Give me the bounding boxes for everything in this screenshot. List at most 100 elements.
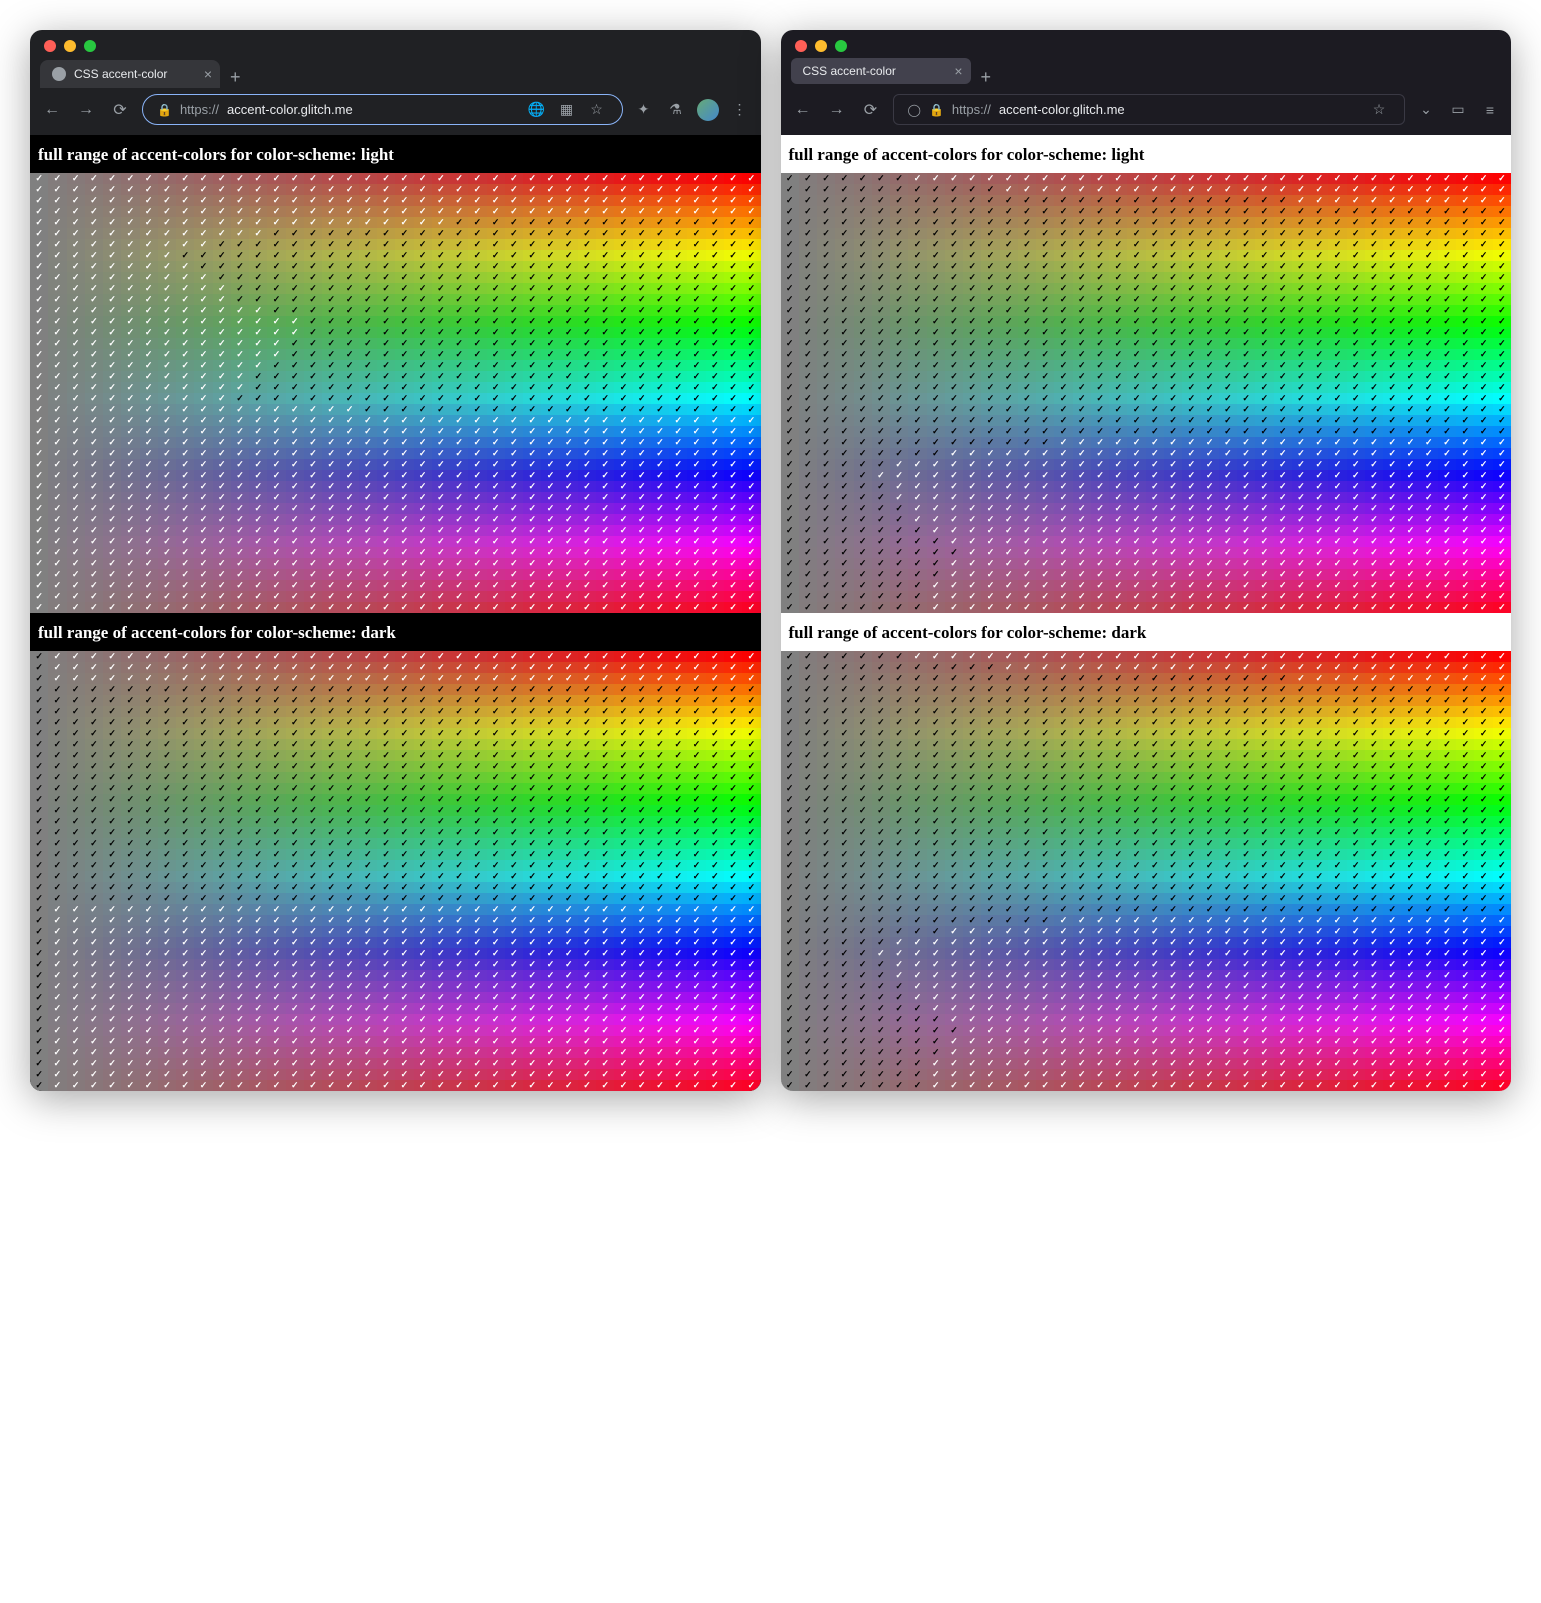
accent-checkbox[interactable]: ✓	[560, 261, 578, 272]
accent-checkbox[interactable]: ✓	[706, 228, 724, 239]
accent-checkbox[interactable]: ✓	[872, 569, 890, 580]
accent-checkbox[interactable]: ✓	[1000, 228, 1018, 239]
accent-checkbox[interactable]: ✓	[487, 948, 505, 959]
accent-checkbox[interactable]: ✓	[742, 1058, 760, 1069]
accent-checkbox[interactable]: ✓	[48, 294, 66, 305]
accent-checkbox[interactable]: ✓	[450, 750, 468, 761]
accent-checkbox[interactable]: ✓	[669, 591, 687, 602]
accent-checkbox[interactable]: ✓	[176, 382, 194, 393]
accent-checkbox[interactable]: ✓	[450, 327, 468, 338]
accent-checkbox[interactable]: ✓	[450, 294, 468, 305]
accent-checkbox[interactable]: ✓	[85, 547, 103, 558]
accent-checkbox[interactable]: ✓	[706, 525, 724, 536]
accent-checkbox[interactable]: ✓	[468, 239, 486, 250]
tab-close-icon[interactable]: ×	[954, 64, 962, 78]
accent-checkbox[interactable]: ✓	[67, 426, 85, 437]
accent-checkbox[interactable]: ✓	[706, 250, 724, 261]
accent-checkbox[interactable]: ✓	[633, 662, 651, 673]
accent-checkbox[interactable]: ✓	[669, 250, 687, 261]
accent-checkbox[interactable]: ✓	[231, 195, 249, 206]
accent-checkbox[interactable]: ✓	[85, 992, 103, 1003]
accent-checkbox[interactable]: ✓	[1310, 195, 1328, 206]
accent-checkbox[interactable]: ✓	[742, 849, 760, 860]
profile-avatar[interactable]	[697, 99, 719, 121]
accent-checkbox[interactable]: ✓	[614, 327, 632, 338]
accent-checkbox[interactable]: ✓	[1255, 217, 1273, 228]
accent-checkbox[interactable]: ✓	[614, 992, 632, 1003]
accent-checkbox[interactable]: ✓	[121, 948, 139, 959]
accent-checkbox[interactable]: ✓	[322, 1014, 340, 1025]
accent-checkbox[interactable]: ✓	[633, 1003, 651, 1014]
accent-checkbox[interactable]: ✓	[213, 283, 231, 294]
accent-checkbox[interactable]: ✓	[1365, 371, 1383, 382]
accent-checkbox[interactable]: ✓	[213, 761, 231, 772]
accent-checkbox[interactable]: ✓	[560, 459, 578, 470]
accent-checkbox[interactable]: ✓	[523, 228, 541, 239]
accent-checkbox[interactable]: ✓	[945, 459, 963, 470]
accent-checkbox[interactable]: ✓	[706, 206, 724, 217]
accent-checkbox[interactable]: ✓	[1493, 437, 1511, 448]
accent-checkbox[interactable]: ✓	[872, 426, 890, 437]
accent-checkbox[interactable]: ✓	[1274, 250, 1292, 261]
accent-checkbox[interactable]: ✓	[1365, 393, 1383, 404]
accent-checkbox[interactable]: ✓	[1347, 558, 1365, 569]
accent-checkbox[interactable]: ✓	[48, 805, 66, 816]
accent-checkbox[interactable]: ✓	[1310, 305, 1328, 316]
accent-checkbox[interactable]: ✓	[140, 492, 158, 503]
accent-checkbox[interactable]: ✓	[596, 327, 614, 338]
accent-checkbox[interactable]: ✓	[414, 591, 432, 602]
accent-checkbox[interactable]: ✓	[633, 1080, 651, 1091]
accent-checkbox[interactable]: ✓	[890, 602, 908, 613]
accent-checkbox[interactable]: ✓	[267, 294, 285, 305]
accent-checkbox[interactable]: ✓	[103, 602, 121, 613]
accent-checkbox[interactable]: ✓	[85, 404, 103, 415]
accent-checkbox[interactable]: ✓	[432, 283, 450, 294]
accent-checkbox[interactable]: ✓	[724, 926, 742, 937]
accent-checkbox[interactable]: ✓	[249, 393, 267, 404]
tab-close-icon[interactable]: ×	[204, 67, 212, 81]
accent-checkbox[interactable]: ✓	[1383, 184, 1401, 195]
accent-checkbox[interactable]: ✓	[706, 1069, 724, 1080]
accent-checkbox[interactable]: ✓	[340, 827, 358, 838]
accent-checkbox[interactable]: ✓	[85, 684, 103, 695]
accent-checkbox[interactable]: ✓	[1237, 569, 1255, 580]
accent-checkbox[interactable]: ✓	[249, 838, 267, 849]
accent-checkbox[interactable]: ✓	[505, 547, 523, 558]
accent-checkbox[interactable]: ✓	[85, 327, 103, 338]
accent-checkbox[interactable]: ✓	[908, 426, 926, 437]
accent-checkbox[interactable]: ✓	[560, 470, 578, 481]
accent-checkbox[interactable]: ✓	[1018, 459, 1036, 470]
accent-checkbox[interactable]: ✓	[687, 1080, 705, 1091]
accent-checkbox[interactable]: ✓	[414, 794, 432, 805]
accent-checkbox[interactable]: ✓	[67, 1069, 85, 1080]
accent-checkbox[interactable]: ✓	[158, 992, 176, 1003]
accent-checkbox[interactable]: ✓	[1164, 382, 1182, 393]
accent-checkbox[interactable]: ✓	[1054, 184, 1072, 195]
accent-checkbox[interactable]: ✓	[140, 173, 158, 184]
accent-checkbox[interactable]: ✓	[1456, 338, 1474, 349]
accent-checkbox[interactable]: ✓	[468, 860, 486, 871]
accent-checkbox[interactable]: ✓	[687, 948, 705, 959]
accent-checkbox[interactable]: ✓	[67, 305, 85, 316]
accent-checkbox[interactable]: ✓	[103, 816, 121, 827]
accent-checkbox[interactable]: ✓	[487, 805, 505, 816]
accent-checkbox[interactable]: ✓	[450, 761, 468, 772]
accent-checkbox[interactable]: ✓	[1127, 525, 1145, 536]
accent-checkbox[interactable]: ✓	[286, 525, 304, 536]
accent-checkbox[interactable]: ✓	[1073, 195, 1091, 206]
accent-checkbox[interactable]: ✓	[651, 1080, 669, 1091]
accent-checkbox[interactable]: ✓	[194, 926, 212, 937]
accent-checkbox[interactable]: ✓	[267, 838, 285, 849]
accent-checkbox[interactable]: ✓	[1274, 437, 1292, 448]
accent-checkbox[interactable]: ✓	[578, 602, 596, 613]
accent-checkbox[interactable]: ✓	[267, 662, 285, 673]
accent-checkbox[interactable]: ✓	[596, 459, 614, 470]
accent-checkbox[interactable]: ✓	[596, 525, 614, 536]
accent-checkbox[interactable]: ✓	[30, 761, 48, 772]
accent-checkbox[interactable]: ✓	[487, 525, 505, 536]
accent-checkbox[interactable]: ✓	[1274, 261, 1292, 272]
accent-checkbox[interactable]: ✓	[176, 272, 194, 283]
accent-checkbox[interactable]: ✓	[48, 761, 66, 772]
accent-checkbox[interactable]: ✓	[854, 250, 872, 261]
accent-checkbox[interactable]: ✓	[30, 316, 48, 327]
